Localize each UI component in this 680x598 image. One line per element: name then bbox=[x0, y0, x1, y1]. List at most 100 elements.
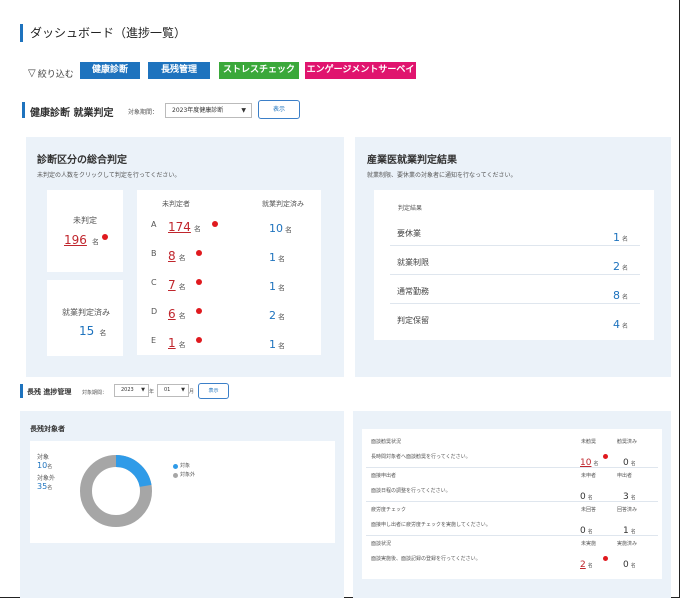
month-unit: 月 bbox=[189, 389, 195, 395]
overtime-year-select[interactable]: 2023 ▼ bbox=[114, 384, 149, 397]
progress-desc: 面談実施後、面談記録の登録を行ってください。 bbox=[371, 556, 481, 562]
judgment-label: 判定保留 bbox=[397, 316, 429, 325]
filter-tag-stress-check[interactable]: ストレスチェック bbox=[219, 62, 299, 79]
unit-label: 名 bbox=[193, 225, 201, 233]
row-divider bbox=[390, 245, 640, 246]
filter-tag-engagement-survey[interactable]: エンゲージメントサーベイ bbox=[305, 62, 416, 79]
col-determined-header: 就業判定済み bbox=[262, 200, 304, 208]
year-unit: 年 bbox=[149, 389, 155, 395]
determined-total-value: 15 bbox=[79, 324, 95, 338]
non-target-count: 35名 bbox=[37, 482, 52, 491]
judgment-count-value: 4 bbox=[613, 318, 620, 331]
row-divider bbox=[366, 535, 658, 536]
determined-count-value: 1 bbox=[269, 338, 276, 351]
undetermined-count: 174 bbox=[168, 220, 191, 234]
donut-chart bbox=[80, 455, 152, 527]
unit-label: 名 bbox=[278, 284, 285, 292]
health-period-value: 2023年度健康診断 bbox=[172, 107, 224, 114]
undetermined-count-link[interactable]: 8名 bbox=[168, 245, 186, 264]
class-letter: D bbox=[151, 307, 158, 316]
judgment-count: 4名 bbox=[613, 313, 628, 332]
unit-label: 名 bbox=[47, 485, 53, 491]
overtime-section-title: 長残 進捗管理 bbox=[27, 388, 72, 396]
title-accent bbox=[20, 24, 23, 42]
row-divider bbox=[366, 467, 658, 468]
progress-col2-header: 勧奨済み bbox=[617, 439, 638, 445]
alert-dot-icon bbox=[196, 308, 202, 314]
health-show-button[interactable]: 表示 bbox=[258, 100, 300, 119]
industrial-title: 産業医就業判定結果 bbox=[367, 155, 457, 166]
unit-label: 名 bbox=[178, 312, 186, 320]
diagnosis-subtitle: 未判定の人数をクリックして判定を行ってください。 bbox=[37, 172, 181, 179]
determined-count-value: 10 bbox=[269, 222, 283, 235]
legend-target-label: 対象 bbox=[180, 463, 191, 469]
progress-value-1[interactable]: 2名 bbox=[580, 552, 593, 571]
row-divider bbox=[390, 274, 640, 275]
judgment-count: 8名 bbox=[613, 284, 628, 303]
health-period-label: 対象期間： bbox=[128, 109, 159, 116]
non-target-count-value: 35 bbox=[37, 482, 48, 491]
industrial-header: 判定結果 bbox=[398, 205, 423, 212]
legend-dot-non-target bbox=[173, 473, 178, 478]
non-target-label: 対象外 bbox=[37, 475, 56, 482]
overtime-year-value: 2023 bbox=[121, 387, 134, 393]
filter-toggle[interactable]: ▽ 絞り込む bbox=[28, 67, 74, 80]
target-count: 10名 bbox=[37, 461, 52, 470]
alert-dot-icon bbox=[102, 234, 108, 240]
undetermined-count-link[interactable]: 1名 bbox=[168, 332, 186, 351]
alert-dot-icon bbox=[603, 454, 608, 459]
class-table-card bbox=[137, 190, 321, 355]
progress-value-1-number: 2 bbox=[580, 560, 586, 570]
filter-tag-overtime[interactable]: 長残管理 bbox=[148, 62, 210, 79]
overtime-show-button[interactable]: 表示 bbox=[198, 383, 229, 399]
progress-title: 面接申出者 bbox=[371, 473, 397, 479]
chevron-down-icon: ▼ bbox=[181, 387, 185, 393]
judgment-count-value: 8 bbox=[613, 289, 620, 302]
health-period-select[interactable]: 2023年度健康診断 ▼ bbox=[165, 103, 252, 118]
progress-desc: 長時間対象者へ面談勧奨を行ってください。 bbox=[371, 454, 471, 460]
progress-col1-header: 未回答 bbox=[581, 507, 597, 513]
undetermined-count-link[interactable]: 6名 bbox=[168, 303, 186, 322]
determined-count: 2名 bbox=[269, 304, 285, 323]
determined-count: 10 名 bbox=[269, 217, 292, 236]
judgment-count-value: 1 bbox=[613, 231, 620, 244]
legend-non-target-label: 対象外 bbox=[180, 472, 196, 478]
unit-label: 名 bbox=[99, 329, 107, 337]
class-letter: A bbox=[151, 220, 157, 229]
determined-count: 1名 bbox=[269, 275, 285, 294]
determined-total: 15 名 bbox=[79, 320, 106, 339]
unit-label: 名 bbox=[178, 341, 186, 349]
judgment-label: 就業制限 bbox=[397, 258, 429, 267]
progress-title: 面談状況 bbox=[371, 541, 392, 547]
progress-desc: 面接申し出者に疲労度チェックを実施してください。 bbox=[371, 522, 491, 528]
undetermined-total[interactable]: 196 名 bbox=[64, 229, 99, 248]
unit-label: 名 bbox=[278, 342, 285, 350]
undetermined-count-link[interactable]: 7名 bbox=[168, 274, 186, 293]
progress-col1-header: 未申者 bbox=[581, 473, 597, 479]
progress-col2-header: 回答済み bbox=[617, 507, 638, 513]
unit-label: 名 bbox=[587, 563, 593, 569]
alert-dot-icon bbox=[196, 337, 202, 343]
progress-col1-header: 未実施 bbox=[581, 541, 597, 547]
progress-title: 面談勧奨状況 bbox=[371, 439, 402, 445]
undetermined-count: 1 bbox=[168, 336, 176, 350]
unit-label: 名 bbox=[622, 294, 629, 301]
alert-dot-icon bbox=[212, 221, 218, 227]
targets-title: 長残対象者 bbox=[30, 425, 65, 433]
unit-label: 名 bbox=[278, 255, 285, 263]
undetermined-total-value: 196 bbox=[64, 233, 87, 247]
determined-card bbox=[47, 280, 123, 356]
col-undetermined-header: 未判定者 bbox=[162, 200, 190, 208]
unit-label: 名 bbox=[178, 254, 186, 262]
judgment-count: 1名 bbox=[613, 226, 628, 245]
industrial-subtitle: 就業制限、要休業の対象者に通知を行なってください。 bbox=[367, 172, 517, 179]
undetermined-count-link[interactable]: 174 名 bbox=[168, 216, 201, 235]
filter-tag-health-check[interactable]: 健康診断 bbox=[80, 62, 140, 79]
funnel-icon: ▽ bbox=[28, 68, 36, 79]
class-letter: B bbox=[151, 249, 157, 258]
overtime-month-select[interactable]: 01 ▼ bbox=[157, 384, 189, 397]
class-letter: E bbox=[151, 336, 157, 345]
progress-desc: 面談日程の調整を行ってください。 bbox=[371, 488, 451, 494]
unit-label: 名 bbox=[285, 226, 292, 234]
progress-title: 疲労度チェック bbox=[371, 507, 407, 513]
